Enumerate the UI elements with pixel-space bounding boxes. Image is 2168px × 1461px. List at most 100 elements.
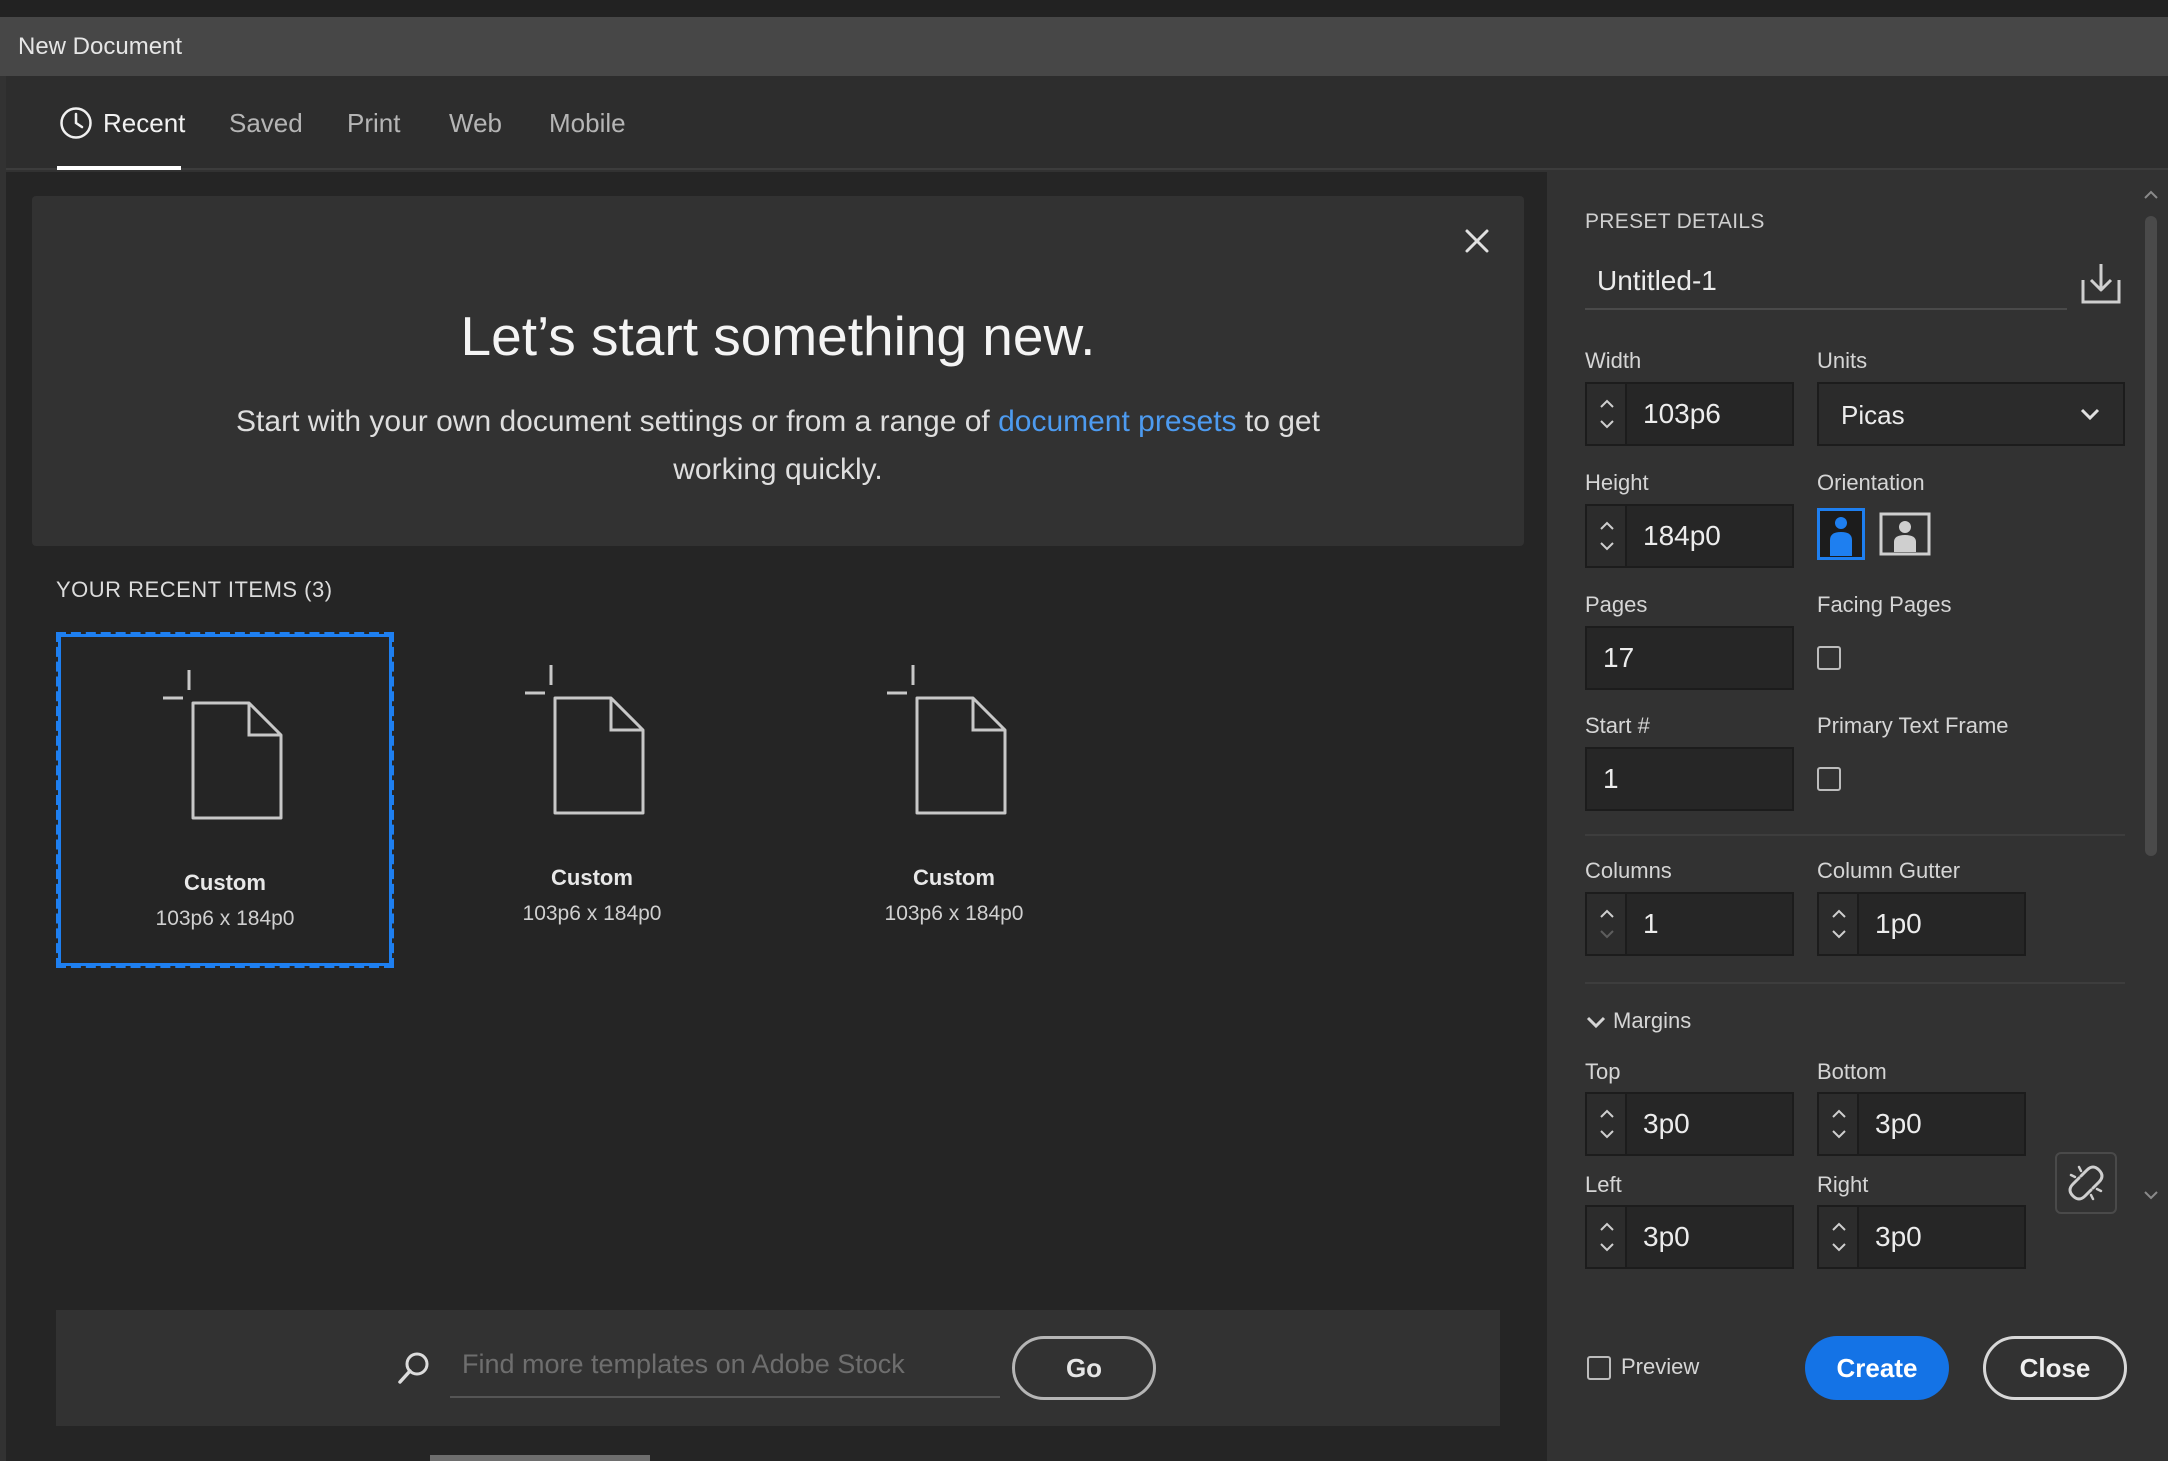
margin-bottom-value: 3p0 (1875, 1108, 1922, 1139)
column-gutter-stepper[interactable]: 1p0 (1817, 892, 2026, 956)
scroll-down-icon[interactable] (2140, 1188, 2162, 1202)
pages-field[interactable]: 17 (1585, 626, 1794, 690)
start-number-label: Start # (1585, 713, 1650, 738)
margin-bottom-spin-arrows[interactable] (1819, 1094, 1859, 1154)
width-label: Width (1585, 348, 1642, 373)
recent-item-size: 103p6 x 184p0 (155, 907, 295, 930)
close-button[interactable]: Close (1983, 1336, 2127, 1400)
document-icon (163, 670, 283, 820)
margin-right-value: 3p0 (1875, 1221, 1922, 1252)
facing-pages-checkbox[interactable] (1817, 646, 1841, 670)
stepper-arrows-icon (1600, 909, 1614, 939)
pages-value: 17 (1603, 642, 1635, 673)
height-value: 184p0 (1643, 520, 1721, 551)
left-panel: Let’s start something new. Start with yo… (6, 172, 1547, 1461)
tab-recent[interactable]: Recent (103, 108, 185, 139)
go-button[interactable]: Go (1012, 1336, 1156, 1400)
recent-item-size: 103p6 x 184p0 (522, 902, 662, 925)
welcome-title: Let’s start something new. (460, 305, 1096, 367)
tab-bar: Recent Saved Print Web Mobile (6, 76, 2168, 170)
margin-top-stepper[interactable]: 3p0 (1585, 1092, 1794, 1156)
recent-item-size: 103p6 x 184p0 (884, 902, 1024, 925)
details-scrollbar[interactable] (2140, 188, 2162, 1218)
stock-search-input[interactable] (450, 1332, 1000, 1398)
landscape-orientation-icon[interactable] (1879, 508, 1931, 560)
window-title: New Document (18, 33, 183, 60)
stepper-arrows-icon (1832, 1109, 1846, 1139)
columns-stepper[interactable]: 1 (1585, 892, 1794, 956)
stepper-arrows-icon (1832, 909, 1846, 939)
welcome-text: Start with your own document settings or… (222, 398, 1334, 494)
margin-left-value: 3p0 (1643, 1221, 1690, 1252)
margin-left-label: Left (1585, 1172, 1622, 1197)
stepper-arrows-icon (1600, 1109, 1614, 1139)
gutter-spin-arrows[interactable] (1819, 894, 1859, 954)
scrollbar-thumb[interactable] (2145, 216, 2157, 856)
close-banner-icon[interactable] (1460, 224, 1494, 258)
width-value: 103p6 (1643, 398, 1721, 429)
margin-right-label: Right (1817, 1172, 1869, 1197)
title-bar: New Document (0, 17, 2168, 76)
horizontal-scrollbar[interactable] (430, 1455, 650, 1461)
welcome-banner: Let’s start something new. Start with yo… (32, 196, 1524, 546)
search-icon (398, 1352, 429, 1384)
margin-bottom-stepper[interactable]: 3p0 (1817, 1092, 2026, 1156)
pages-label: Pages (1585, 592, 1648, 617)
height-spin-arrows[interactable] (1587, 506, 1627, 566)
recent-item-name: Custom (913, 865, 995, 890)
recent-items-title: YOUR RECENT ITEMS (3) (56, 577, 333, 602)
facing-pages-label: Facing Pages (1817, 592, 1952, 617)
margins-section-toggle[interactable]: Margins (1613, 1008, 1691, 1034)
width-stepper[interactable]: 103p6 (1585, 382, 1794, 446)
tab-mobile[interactable]: Mobile (549, 108, 626, 139)
height-label: Height (1585, 470, 1649, 495)
divider (1585, 834, 2125, 836)
margin-bottom-label: Bottom (1817, 1059, 1887, 1084)
primary-text-frame-checkbox[interactable] (1817, 767, 1841, 791)
orientation-label: Orientation (1817, 470, 1925, 495)
margin-left-stepper[interactable]: 3p0 (1585, 1205, 1794, 1269)
column-gutter-value: 1p0 (1875, 908, 1922, 939)
welcome-text-start: Start with your own document settings or… (236, 405, 999, 438)
margin-right-stepper[interactable]: 3p0 (1817, 1205, 2026, 1269)
width-spin-arrows[interactable] (1587, 384, 1627, 444)
units-label: Units (1817, 348, 1868, 373)
tab-saved[interactable]: Saved (229, 108, 303, 139)
save-preset-icon[interactable] (2079, 262, 2123, 306)
stepper-arrows-icon (1600, 521, 1614, 551)
tab-web[interactable]: Web (449, 108, 502, 139)
stock-search-bar: Go (56, 1310, 1500, 1426)
active-tab-indicator (57, 166, 181, 170)
margin-top-spin-arrows[interactable] (1587, 1094, 1627, 1154)
primary-text-frame-label: Primary Text Frame (1817, 713, 2009, 738)
create-button[interactable]: Create (1805, 1336, 1949, 1400)
start-number-field[interactable]: 1 (1585, 747, 1794, 811)
units-value: Picas (1841, 400, 1905, 430)
recent-item-name: Custom (184, 870, 266, 895)
scroll-up-icon[interactable] (2140, 188, 2162, 202)
clock-icon (60, 107, 92, 139)
margin-left-spin-arrows[interactable] (1587, 1207, 1627, 1267)
recent-item[interactable]: Custom 103p6 x 184p0 (785, 632, 1123, 968)
document-name-field[interactable] (1585, 254, 2067, 310)
preview-checkbox[interactable] (1587, 1356, 1611, 1380)
margin-right-spin-arrows[interactable] (1819, 1207, 1859, 1267)
chevron-down-icon (2080, 408, 2100, 421)
units-dropdown[interactable]: Picas (1817, 382, 2125, 446)
document-icon (525, 665, 645, 815)
columns-label: Columns (1585, 858, 1672, 883)
margin-top-value: 3p0 (1643, 1108, 1690, 1139)
height-stepper[interactable]: 184p0 (1585, 504, 1794, 568)
column-gutter-label: Column Gutter (1817, 858, 1961, 883)
recent-item[interactable]: Custom 103p6 x 184p0 (423, 632, 761, 968)
tab-print[interactable]: Print (347, 108, 400, 139)
stepper-arrows-icon (1600, 399, 1614, 429)
recent-item[interactable]: Custom 103p6 x 184p0 (56, 632, 394, 968)
document-icon (887, 665, 1007, 815)
stepper-arrows-icon (1832, 1222, 1846, 1252)
document-presets-link[interactable]: document presets (998, 405, 1236, 438)
link-margins-button[interactable] (2055, 1152, 2117, 1214)
portrait-orientation-icon[interactable] (1817, 508, 1865, 560)
chevron-down-icon[interactable] (1585, 1011, 1607, 1033)
columns-spin-arrows[interactable] (1587, 894, 1627, 954)
